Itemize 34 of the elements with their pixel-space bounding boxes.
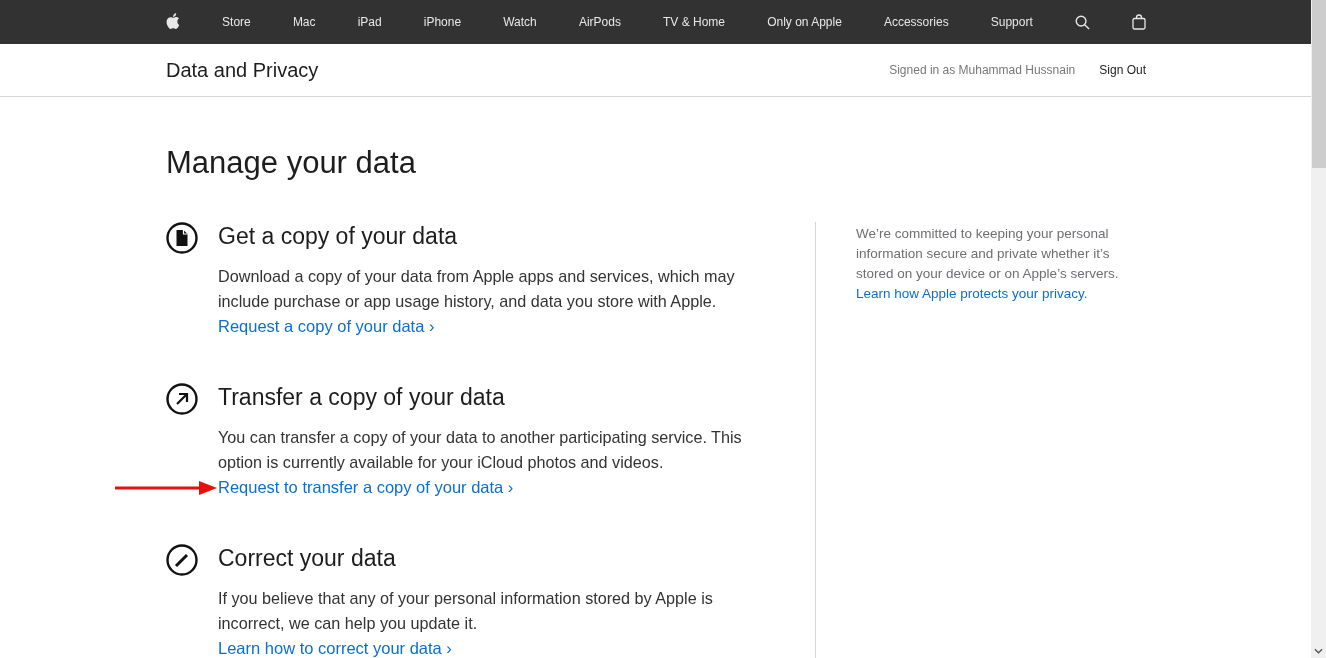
section-link[interactable]: Request to transfer a copy of your data › (218, 478, 514, 496)
sign-out-link[interactable]: Sign Out (1099, 63, 1146, 77)
nav-link[interactable]: Store (222, 15, 251, 29)
nav-link[interactable]: Watch (503, 15, 537, 29)
section-description: You can transfer a copy of your data to another participating service. This option is currently available for your iCloud photos and videos. (218, 427, 743, 473)
scrollbar-thumb[interactable] (1312, 0, 1326, 168)
nav-link[interactable]: iPhone (423, 15, 462, 29)
section-title: Get a copy of your data (218, 222, 459, 250)
shopping-bag-icon[interactable] (1131, 14, 1146, 30)
section-title: Correct your data (218, 544, 397, 572)
apple-logo-icon[interactable] (166, 13, 180, 29)
page-section-title: Data and Privacy (166, 58, 320, 82)
section-link[interactable]: Request a copy of your data › (218, 317, 435, 335)
privacy-note: We’re committed to keeping your personal information secure and private whether it’s stored on your device or on Apple’s servers. Learn how Apple protects your privacy. (856, 225, 1120, 303)
section-description: If you believe that any of your personal information stored by Apple is incorrect, we can help you update it. (218, 588, 714, 634)
arrow-circle-icon (166, 383, 198, 415)
nav-link[interactable]: Accessories (883, 15, 949, 29)
nav-link[interactable]: iPad (357, 15, 382, 29)
scrollbar[interactable] (1311, 0, 1326, 658)
nav-link[interactable]: AirPods (578, 15, 621, 29)
section-link[interactable]: Learn how to correct your data › (218, 639, 452, 657)
nav-link[interactable]: Only on Apple (767, 15, 842, 29)
scroll-down-icon[interactable] (1314, 648, 1323, 654)
signed-in-text: Signed in as Muhammad Hussnain (889, 63, 1076, 77)
nav-link[interactable]: TV & Home (663, 15, 726, 29)
section-description: Download a copy of your data from Apple apps and services, which may include purchase or app usage history, and data you store with Apple. (218, 266, 736, 312)
document-icon (166, 222, 198, 254)
search-icon[interactable] (1074, 14, 1090, 30)
pencil-icon (166, 544, 198, 576)
nav-link[interactable]: Mac (292, 15, 316, 29)
page-heading: Manage your data (166, 144, 417, 182)
nav-link[interactable]: Support (990, 15, 1033, 29)
privacy-link[interactable]: Learn how Apple protects your privacy. (856, 286, 1088, 301)
section-title: Transfer a copy of your data (218, 383, 506, 411)
